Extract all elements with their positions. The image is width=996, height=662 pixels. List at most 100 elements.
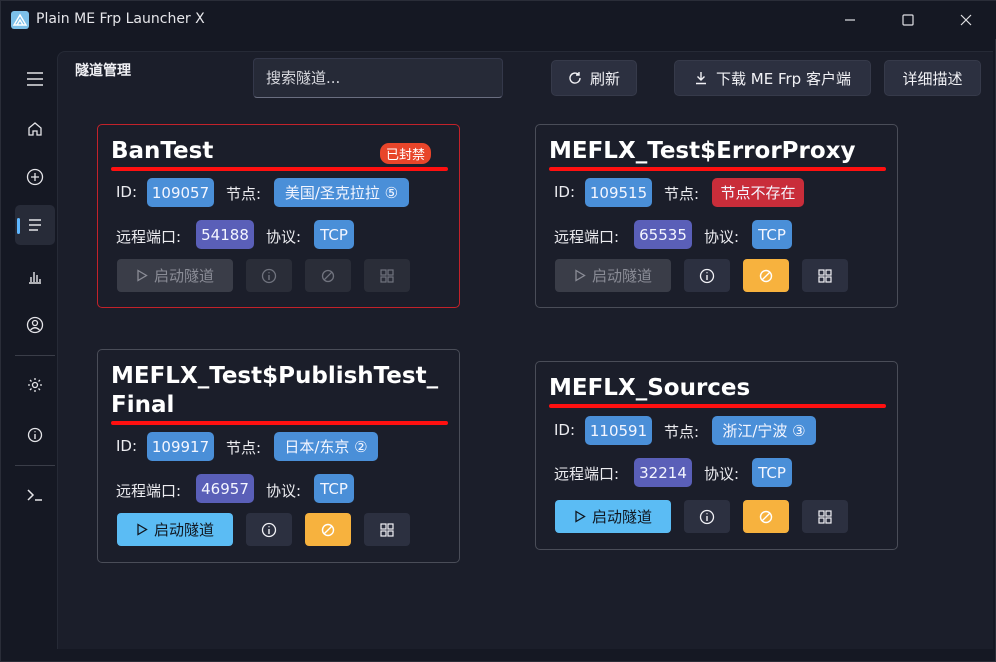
grid-icon — [380, 268, 394, 283]
title-underline — [549, 167, 886, 171]
grid-icon — [380, 522, 394, 537]
info-icon — [27, 427, 43, 443]
disable-button[interactable] — [743, 259, 789, 292]
id-label: ID: — [554, 421, 576, 439]
protocol-chip: TCP — [752, 458, 792, 487]
remote-port-chip: 32214 — [634, 458, 692, 487]
close-button[interactable] — [937, 1, 995, 39]
start-tunnel-label: 启动隧道 — [591, 267, 652, 285]
start-tunnel-button[interactable]: 启动隧道 — [555, 500, 671, 533]
prohibit-icon — [759, 510, 773, 523]
sidebar-item-home[interactable] — [15, 109, 55, 149]
remote-port-label: 远程端口: — [116, 482, 182, 500]
start-tunnel-label: 启动隧道 — [153, 267, 214, 285]
tunnel-name: MEFLX_Test$PublishTest_Final — [111, 363, 439, 418]
details-label: 详细描述 — [902, 69, 963, 88]
tunnel-name: MEFLX_Sources — [549, 375, 751, 401]
protocol-label: 协议: — [266, 228, 302, 246]
sidebar-item-profile[interactable] — [15, 305, 55, 345]
info-button[interactable] — [684, 500, 730, 533]
tunnel-card: MEFLX_Test$PublishTest_Final ID: 109917 … — [97, 349, 460, 563]
sidebar-item-statistics[interactable] — [15, 257, 55, 297]
minimize-button[interactable] — [821, 1, 879, 39]
refresh-icon — [569, 72, 581, 84]
title-underline — [111, 421, 448, 425]
sidebar-item-tunnels[interactable] — [15, 205, 55, 245]
disable-button[interactable] — [305, 513, 351, 546]
minimize-icon — [845, 19, 855, 21]
start-tunnel-button[interactable]: 启动隧道 — [117, 259, 233, 292]
gear-icon — [28, 378, 42, 392]
more-button[interactable] — [802, 500, 848, 533]
info-button[interactable] — [246, 513, 292, 546]
sidebar-item-terminal[interactable] — [15, 475, 55, 515]
sidebar-menu-toggle[interactable] — [15, 59, 55, 99]
sidebar-item-create[interactable] — [15, 157, 55, 197]
id-label: ID: — [116, 437, 138, 455]
window-title: Plain ME Frp Launcher X — [36, 11, 205, 27]
bar-chart-icon — [29, 272, 41, 284]
start-tunnel-label: 启动隧道 — [153, 521, 214, 539]
id-label: ID: — [116, 183, 138, 201]
info-icon — [699, 268, 715, 283]
id-chip: 109515 — [585, 178, 652, 207]
info-icon — [699, 509, 715, 524]
banned-badge: 已封禁 — [380, 143, 432, 164]
grid-icon — [818, 268, 832, 283]
node-label: 节点: — [664, 185, 700, 203]
sidebar-item-settings[interactable] — [15, 365, 55, 405]
tunnel-name: MEFLX_Test$ErrorProxy — [549, 138, 856, 164]
info-icon — [261, 268, 277, 283]
protocol-chip: TCP — [752, 220, 792, 249]
sidebar-item-about[interactable] — [15, 415, 55, 455]
page-title: 隧道管理 — [75, 63, 131, 79]
protocol-label: 协议: — [704, 465, 740, 483]
maximize-button[interactable] — [879, 1, 937, 39]
remote-port-label: 远程端口: — [554, 228, 620, 246]
details-button[interactable]: 详细描述 — [884, 60, 981, 96]
disable-button[interactable] — [305, 259, 351, 292]
terminal-icon — [27, 489, 42, 501]
play-icon — [575, 269, 586, 282]
app-window: Plain ME Frp Launcher X 隧道管理 搜索隧道... 刷新 … — [0, 0, 996, 662]
node-chip: 节点不存在 — [712, 178, 804, 207]
more-button[interactable] — [802, 259, 848, 292]
play-icon — [137, 523, 148, 536]
info-icon — [261, 522, 277, 537]
remote-port-label: 远程端口: — [116, 228, 182, 246]
home-icon — [28, 122, 42, 136]
more-button[interactable] — [364, 259, 410, 292]
disable-button[interactable] — [743, 500, 789, 533]
user-icon — [26, 316, 44, 334]
id-chip: 110591 — [585, 416, 652, 445]
start-tunnel-button[interactable]: 启动隧道 — [555, 259, 671, 292]
title-bar: Plain ME Frp Launcher X — [1, 1, 996, 39]
play-icon — [575, 510, 586, 523]
title-underline — [549, 404, 886, 408]
start-tunnel-button[interactable]: 启动隧道 — [117, 513, 233, 546]
protocol-chip: TCP — [314, 474, 354, 503]
remote-port-chip: 65535 — [634, 220, 692, 249]
tunnel-name: BanTest — [111, 138, 214, 164]
tunnel-card: MEFLX_Test$ErrorProxy ID: 109515 节点: 节点不… — [535, 124, 898, 308]
start-tunnel-label: 启动隧道 — [591, 508, 652, 526]
download-client-button[interactable]: 下载 ME Frp 客户端 — [674, 60, 871, 96]
more-button[interactable] — [364, 513, 410, 546]
node-label: 节点: — [664, 423, 700, 441]
node-label: 节点: — [226, 439, 262, 457]
sidebar-divider — [15, 355, 55, 356]
prohibit-icon — [759, 269, 773, 282]
search-input[interactable] — [253, 58, 503, 98]
tunnel-card: BanTest 已封禁 ID: 109057 节点: 美国/圣克拉拉 ⑤ 远程端… — [97, 124, 460, 308]
close-icon — [960, 14, 972, 26]
protocol-label: 协议: — [704, 228, 740, 246]
tunnel-card: MEFLX_Sources ID: 110591 节点: 浙江/宁波 ③ 远程端… — [535, 361, 898, 550]
protocol-chip: TCP — [314, 220, 354, 249]
play-icon — [137, 269, 148, 282]
list-icon — [29, 219, 41, 231]
title-underline — [111, 167, 448, 171]
active-indicator — [17, 218, 20, 234]
refresh-button[interactable]: 刷新 — [551, 60, 637, 96]
info-button[interactable] — [246, 259, 292, 292]
info-button[interactable] — [684, 259, 730, 292]
